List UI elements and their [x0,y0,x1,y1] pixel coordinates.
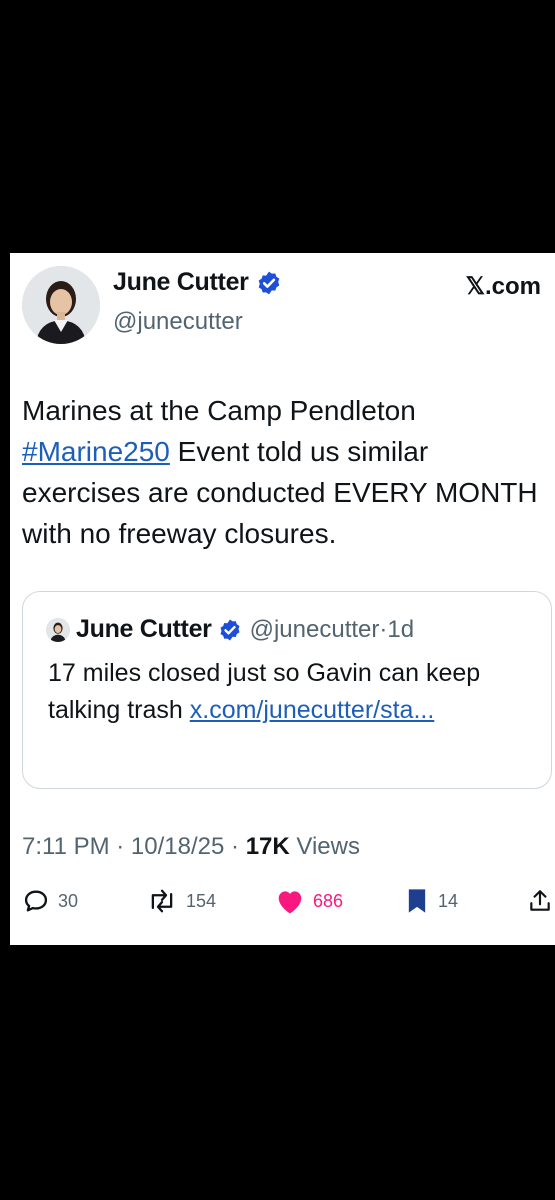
author-avatar[interactable] [22,266,100,344]
tweet-text: Marines at the Camp Pendleton #Marine250… [22,390,542,554]
views-count: 17K [245,833,290,860]
quote-author-avatar [46,617,70,642]
quote-verified-badge-icon [220,619,240,640]
share-button[interactable] [527,887,553,915]
author-handle[interactable]: @junecutter [113,308,243,336]
hashtag-link[interactable]: #Marine250 [22,436,170,467]
quoted-tweet[interactable]: June Cutter @junecutter ·1d 17 miles clo… [22,591,552,789]
reply-count: 30 [58,890,79,911]
repost-button[interactable]: 154 [146,887,216,915]
tweet-text-part1: Marines at the Camp Pendleton [22,395,416,426]
reply-button[interactable]: 30 [22,887,78,915]
quote-link[interactable]: x.com/junecutter/sta... [190,696,435,724]
bookmark-button[interactable]: 14 [404,887,458,915]
reply-icon [24,890,48,912]
tweet-card: June Cutter @junecutter 𝕏.com Marines at… [10,253,555,945]
quote-author-name: June Cutter [76,615,212,643]
quote-age: ·1d [379,615,415,643]
share-icon [530,890,550,911]
bookmark-icon [408,889,426,913]
timestamp: 7:11 PM · 10/18/25 · [22,833,246,860]
quote-text: 17 miles closed just so Gavin can keep t… [48,655,518,729]
author-name[interactable]: June Cutter [113,268,249,297]
brand-logo: 𝕏.com [465,273,541,300]
avatar-photo [22,266,100,344]
like-count: 686 [313,890,344,911]
repost-icon [151,889,173,913]
repost-count: 154 [186,890,217,911]
heart-icon [278,891,302,914]
like-button[interactable]: 686 [275,887,343,915]
views-label: Views [289,833,360,860]
tweet-meta: 7:11 PM · 10/18/25 · 17K Views [22,833,360,861]
quote-author-handle: @junecutter [249,615,380,643]
quote-avatar-photo [46,617,70,642]
verified-badge-icon [258,271,279,294]
action-bar: 30 154 686 14 [22,887,554,919]
bookmark-count: 14 [438,890,459,911]
